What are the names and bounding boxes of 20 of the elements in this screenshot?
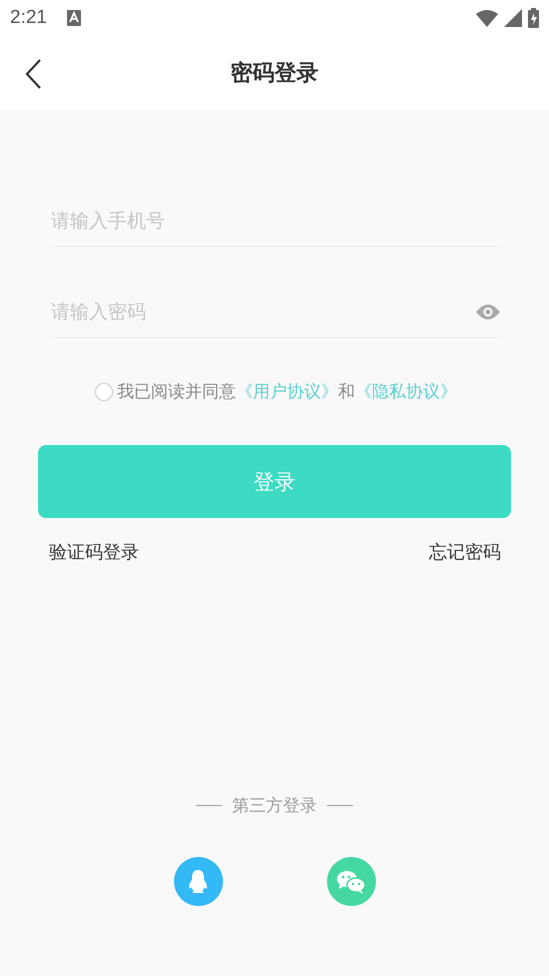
privacy-policy-link[interactable]: 《隐私协议》 (355, 380, 457, 403)
sms-login-link[interactable]: 验证码登录 (49, 540, 139, 564)
status-time: 2:21 (10, 7, 47, 29)
keyboard-a-icon (66, 10, 81, 26)
third-party-label: 第三方登录 (232, 795, 317, 817)
battery-icon (528, 8, 539, 28)
forgot-password-link[interactable]: 忘记密码 (429, 540, 501, 564)
chat-bubbles-icon (336, 868, 366, 894)
agreement-text: 我已阅读并同意 (117, 381, 236, 403)
page-title: 密码登录 (230, 60, 318, 88)
penguin-login-button[interactable] (174, 857, 222, 906)
conjunction-text: 和 (338, 381, 355, 403)
wifi-icon (476, 10, 498, 26)
eye-icon[interactable] (475, 303, 501, 321)
login-button[interactable]: 登录 (38, 445, 511, 518)
user-agreement-link[interactable]: 《用户协议》 (236, 380, 338, 403)
agree-radio[interactable] (95, 382, 113, 400)
signal-icon (504, 9, 522, 27)
penguin-icon (187, 868, 209, 894)
chat-login-button[interactable] (326, 857, 376, 906)
